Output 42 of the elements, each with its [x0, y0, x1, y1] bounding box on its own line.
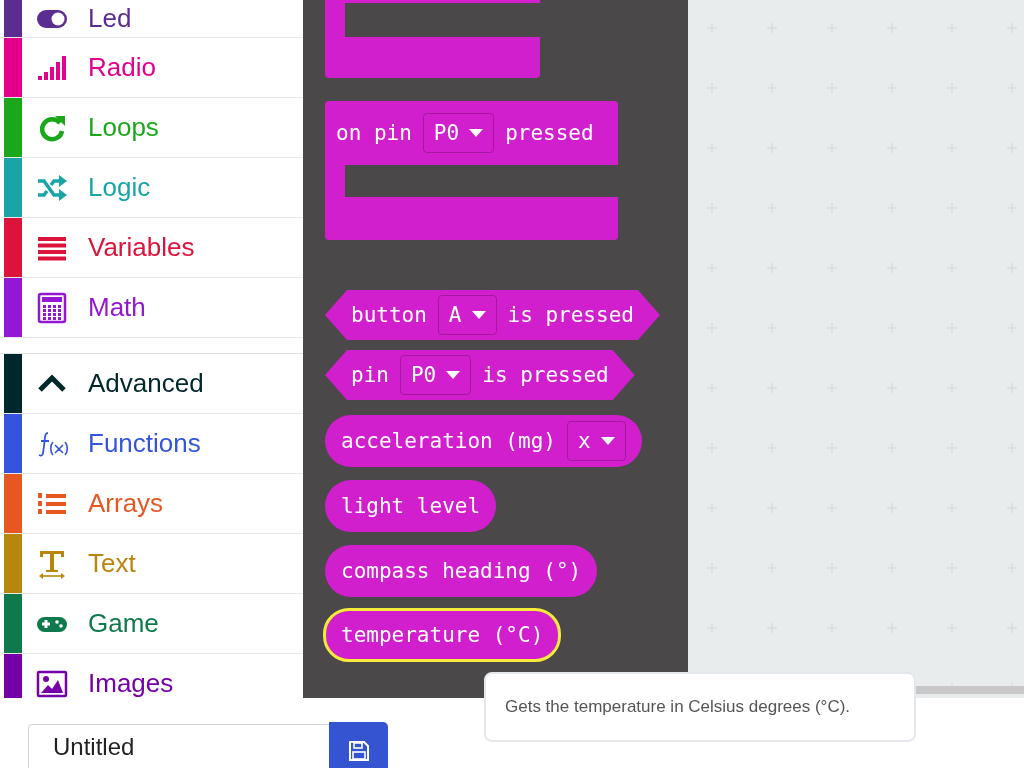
- boolean-block[interactable]: pin P0 is pressed: [325, 350, 635, 400]
- block-dropdown[interactable]: A: [437, 295, 497, 335]
- tooltip: Gets the temperature in Celsius degrees (°C).: [484, 672, 916, 742]
- category-item[interactable]: Arrays: [0, 474, 303, 534]
- reporter-block[interactable]: temperature (°C): [323, 608, 562, 662]
- category-item[interactable]: Loops: [0, 98, 303, 158]
- caret-icon: [600, 437, 615, 445]
- caret-icon: [469, 129, 484, 137]
- category-item[interactable]: Variables: [0, 218, 303, 278]
- block-dropdown[interactable]: P0: [422, 113, 495, 153]
- category-item[interactable]: Logic: [0, 158, 303, 218]
- caret-icon: [446, 371, 461, 379]
- reporter-block[interactable]: acceleration (mg) x: [325, 415, 642, 467]
- category-item[interactable]: Game: [0, 594, 303, 654]
- reporter-block[interactable]: compass heading (°): [325, 545, 598, 597]
- caret-icon: [471, 311, 486, 319]
- category-item[interactable]: Math: [0, 278, 303, 338]
- block-label: pin: [351, 363, 389, 387]
- block-label: light level: [341, 494, 481, 518]
- calculator-icon: [36, 291, 68, 324]
- block-dropdown[interactable]: P0: [399, 355, 472, 395]
- block-label: temperature (°C): [341, 623, 544, 647]
- category-item[interactable]: Text: [0, 534, 303, 594]
- block-label: acceleration (mg): [341, 429, 556, 453]
- block-label: compass heading (°): [341, 559, 582, 583]
- category-item[interactable]: Led: [0, 0, 303, 38]
- block-label: is pressed: [482, 363, 609, 387]
- project-name-field[interactable]: Untitled: [28, 724, 330, 768]
- save-button[interactable]: [329, 722, 388, 768]
- reporter-block[interactable]: light level: [325, 480, 497, 532]
- category-item[interactable]: Advanced: [0, 354, 303, 414]
- image-icon: [36, 668, 68, 698]
- block-label: is pressed: [507, 303, 634, 327]
- boolean-block[interactable]: button A is pressed: [325, 290, 660, 340]
- block-label: pressed: [505, 120, 594, 147]
- event-block[interactable]: on pin P0 pressed: [325, 101, 618, 240]
- block-dropdown[interactable]: x: [566, 421, 626, 461]
- block-label: button: [351, 303, 427, 327]
- block-label: on pin: [336, 120, 412, 147]
- save-icon: [347, 740, 370, 762]
- category-item[interactable]: Functions: [0, 414, 303, 474]
- category-item[interactable]: Radio: [0, 38, 303, 98]
